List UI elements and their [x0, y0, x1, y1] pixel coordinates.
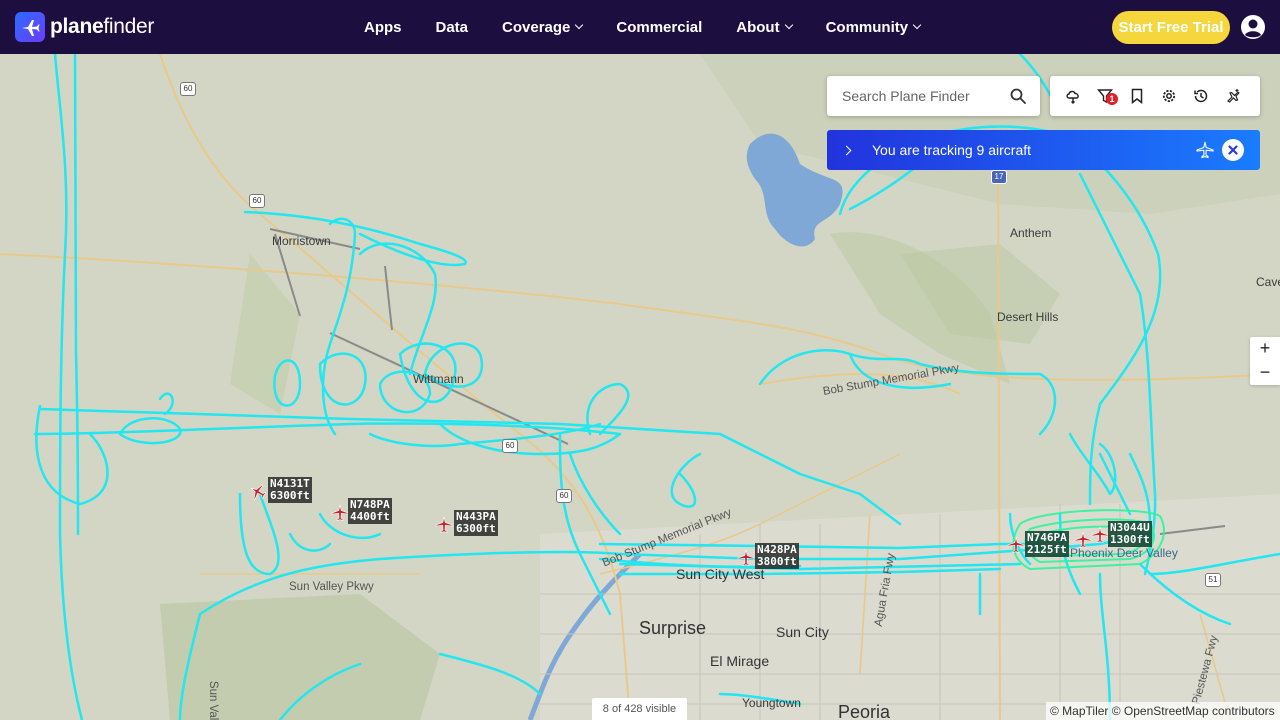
zoom-out-button[interactable]: − [1250, 361, 1280, 385]
nav-apps[interactable]: Apps [352, 19, 414, 36]
settings-icon[interactable] [1161, 88, 1177, 104]
place-surprise: Surprise [639, 618, 707, 638]
close-tracking-button[interactable] [1222, 139, 1244, 161]
nav-about[interactable]: About [724, 19, 803, 36]
place-el-mirage: El Mirage [710, 653, 770, 669]
history-icon[interactable] [1193, 88, 1209, 104]
aircraft-label[interactable]: N4131T 6300ft [268, 477, 312, 503]
aircraft-icon[interactable] [1091, 526, 1109, 544]
place-youngtown: Youngtown [742, 696, 801, 710]
bookmark-icon[interactable] [1129, 88, 1145, 104]
filter-count-badge: 1 [1106, 93, 1118, 105]
chevron-right-icon[interactable] [841, 145, 852, 155]
nav-data[interactable]: Data [424, 19, 481, 36]
place-cave: Cave [1256, 275, 1280, 289]
account-icon[interactable] [1240, 14, 1266, 40]
highway-shield-i17: 17 [991, 170, 1007, 184]
place-peoria: Peoria [838, 702, 891, 720]
start-free-trial-button[interactable]: Start Free Trial [1112, 11, 1230, 44]
zoom-controls: + − [1250, 337, 1280, 385]
aircraft-icon[interactable] [331, 504, 349, 522]
place-phoenix-deer-valley: Phoenix Deer Valley [1070, 546, 1178, 560]
zoom-in-button[interactable]: + [1250, 337, 1280, 361]
filter-button[interactable]: 1 [1097, 88, 1118, 105]
highway-shield-us60: 60 [249, 194, 265, 208]
highway-shield-us60: 60 [502, 439, 518, 453]
logo-wordmark: planefinder [50, 15, 155, 38]
aircraft-icon[interactable] [737, 549, 755, 567]
tracking-banner[interactable]: You are tracking 9 aircraft [827, 130, 1260, 170]
road-sun-valley-pkwy: Sun Valley Pkwy [289, 581, 374, 593]
place-sun-city: Sun City [776, 624, 829, 640]
search-icon[interactable] [1010, 88, 1026, 104]
search-input[interactable] [842, 88, 1002, 104]
place-morristown: Morristown [272, 234, 331, 248]
visible-aircraft-count: 8 of 428 visible [592, 698, 687, 720]
map-attribution[interactable]: © MapTiler © OpenStreetMap contributors [1046, 702, 1280, 720]
aircraft-label[interactable]: N443PA 6300ft [454, 510, 498, 536]
planefinder-logo[interactable]: planefinder [15, 12, 154, 42]
logo-plane-icon [15, 12, 45, 42]
highway-shield-us60: 60 [556, 489, 572, 503]
aircraft-label[interactable]: N746PA 2125ft [1025, 531, 1069, 557]
chevron-down-icon [575, 20, 584, 30]
nav-community[interactable]: Community [814, 19, 933, 36]
main-nav: Apps Data Coverage Commercial About Comm… [352, 0, 942, 54]
aircraft-label[interactable]: N428PA 3800ft [755, 543, 799, 569]
aircraft-label[interactable]: N748PA 4400ft [348, 498, 392, 524]
road-sun-valley-vertical: Sun Valley [207, 680, 220, 720]
weather-icon[interactable] [1065, 88, 1081, 104]
place-anthem: Anthem [1010, 226, 1052, 240]
aircraft-icon[interactable] [435, 516, 453, 534]
close-icon [1228, 145, 1238, 155]
chevron-down-icon [784, 20, 793, 30]
top-navbar: planefinder Apps Data Coverage Commercia… [0, 0, 1280, 54]
place-sun-city-west: Sun City West [676, 566, 765, 582]
place-wittmann: Wittmann [413, 372, 464, 386]
highway-shield-us60: 60 [180, 82, 196, 96]
plane-outline-icon [1196, 141, 1214, 159]
search-bar [827, 76, 1040, 116]
nav-commercial[interactable]: Commercial [604, 19, 714, 36]
airport-icon[interactable] [1225, 88, 1241, 104]
aircraft-icon[interactable] [1007, 536, 1025, 554]
highway-shield-sr51: 51 [1205, 573, 1221, 587]
map-toolbar: 1 [1050, 76, 1260, 116]
place-desert-hills: Desert Hills [997, 310, 1059, 324]
nav-coverage[interactable]: Coverage [490, 19, 594, 36]
aircraft-label[interactable]: N3044U 1300ft [1108, 521, 1152, 547]
tracking-text: You are tracking 9 aircraft [872, 142, 1032, 158]
chevron-down-icon [912, 20, 922, 30]
